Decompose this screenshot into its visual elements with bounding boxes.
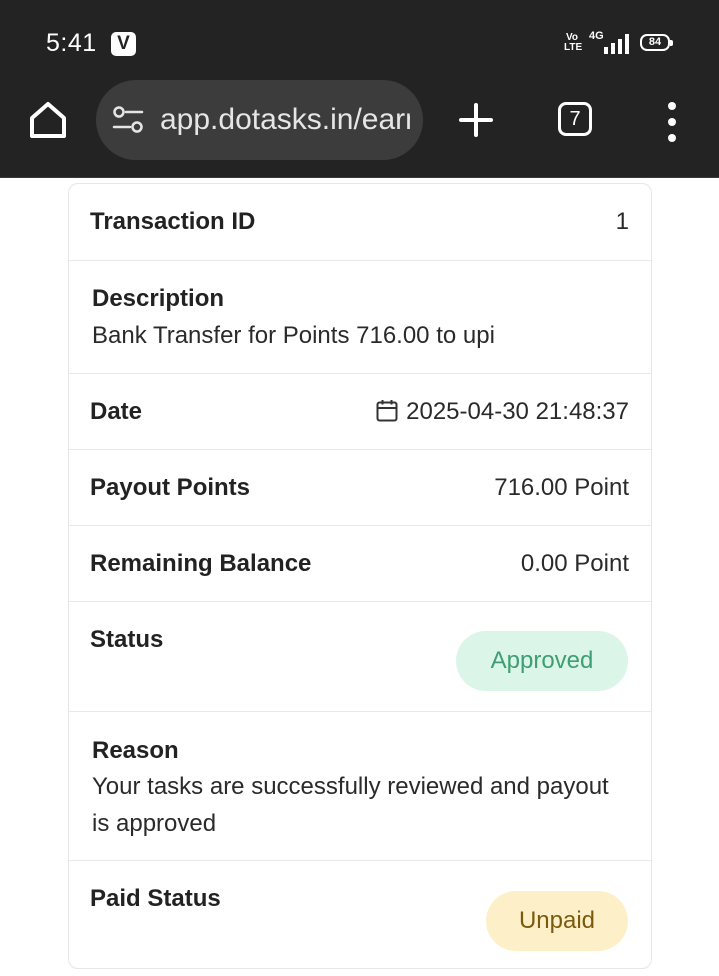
transaction-id-value: 1 <box>615 208 629 235</box>
paid-status-row: Paid Status Unpaid <box>69 861 651 968</box>
volte-icon: Vo LTE <box>564 32 583 53</box>
more-vert-icon[interactable] <box>662 102 682 142</box>
reason-row: Reason Your tasks are successfully revie… <box>69 712 651 861</box>
remaining-balance-row: Remaining Balance 0.00 Point <box>69 526 651 602</box>
reason-value: Your tasks are successfully reviewed and… <box>92 773 609 837</box>
clock: 5:41 <box>46 29 97 57</box>
new-tab-button[interactable] <box>458 102 494 138</box>
tab-switcher-icon[interactable]: 7 <box>558 102 592 136</box>
transaction-id-row: Transaction ID 1 <box>69 184 651 261</box>
transaction-details-card: Transaction ID 1 Description Bank Transf… <box>68 183 652 969</box>
payout-points-row: Payout Points 716.00 Point <box>69 450 651 526</box>
date-row: Date 2025-04-30 21:48:37 <box>69 374 651 450</box>
status-label: Status <box>90 626 164 653</box>
date-value-wrapper: 2025-04-30 21:48:37 <box>376 398 629 426</box>
transaction-id-label: Transaction ID <box>90 208 256 235</box>
paid-status-label: Paid Status <box>90 885 221 912</box>
signal-icon <box>604 34 630 54</box>
browser-toolbar: app.dotasks.in/earn 7 <box>0 80 719 178</box>
remaining-balance-label: Remaining Balance <box>90 550 312 577</box>
date-value: 2025-04-30 21:48:37 <box>406 398 629 425</box>
app-notification-icon: V <box>111 32 136 56</box>
description-value: Bank Transfer for Points 716.00 to upi <box>92 322 495 349</box>
payout-points-label: Payout Points <box>90 474 251 501</box>
paid-status-badge: Unpaid <box>486 891 628 951</box>
url-text[interactable]: app.dotasks.in/earn <box>160 102 410 138</box>
status-bar: 5:41 V Vo LTE 4G 84 <box>0 0 719 80</box>
battery-icon: 84 <box>640 34 673 51</box>
site-settings-icon[interactable] <box>112 106 144 134</box>
address-bar[interactable]: app.dotasks.in/earn <box>96 80 423 160</box>
description-row: Description Bank Transfer for Points 716… <box>69 261 651 374</box>
calendar-icon <box>376 400 398 422</box>
remaining-balance-value: 0.00 Point <box>520 550 629 577</box>
plus-icon <box>459 103 493 137</box>
network-type: 4G <box>589 30 604 42</box>
status-badge: Approved <box>456 631 628 691</box>
reason-label: Reason <box>92 737 179 764</box>
status-row: Status Approved <box>69 602 651 712</box>
description-label: Description <box>92 285 225 312</box>
date-label: Date <box>90 398 143 425</box>
payout-points-value: 716.00 Point <box>494 474 629 501</box>
home-icon[interactable] <box>26 98 70 142</box>
